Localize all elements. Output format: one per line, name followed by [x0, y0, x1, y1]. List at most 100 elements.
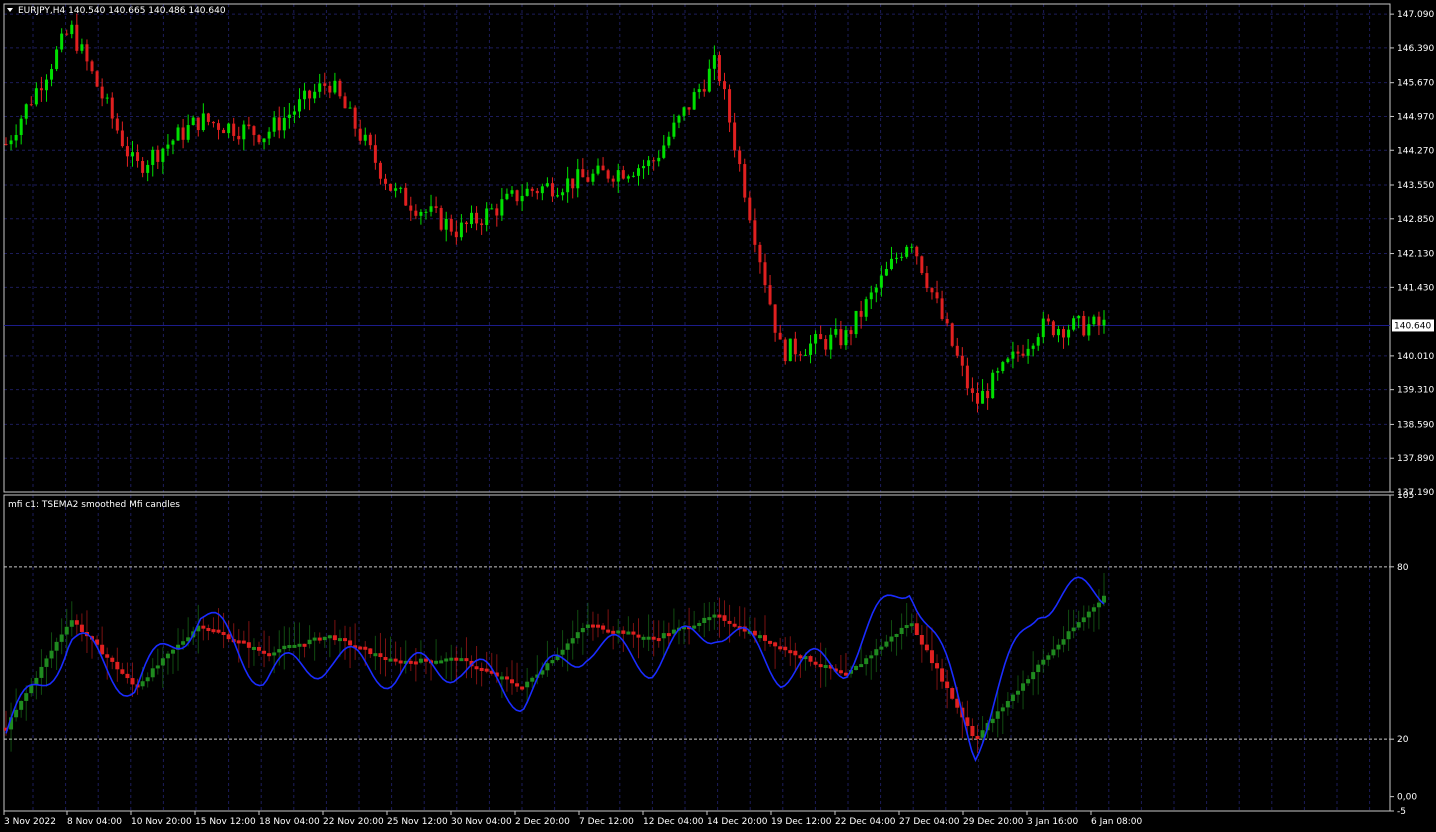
candle-body [333, 80, 337, 93]
mfi-candle-body [1005, 701, 1010, 708]
candle-body [697, 89, 701, 93]
candle-body [550, 183, 554, 197]
x-tick-label: 18 Nov 04:00 [259, 817, 320, 827]
candle-body [363, 134, 367, 141]
mfi-candle-body [292, 644, 297, 648]
mfi-candle-body [434, 660, 439, 664]
candle-body [399, 187, 403, 189]
candle-body [869, 292, 873, 300]
candle-body [211, 121, 215, 124]
candle-body [318, 83, 322, 92]
mfi-candle-body [423, 658, 428, 662]
mfi-candle-body [413, 661, 418, 665]
candle-body [1092, 316, 1096, 325]
candle-body [960, 355, 964, 366]
mfi-candle-body [1051, 649, 1056, 656]
candle-body [348, 107, 352, 109]
x-tick-label: 27 Dec 04:00 [899, 817, 960, 827]
candle-body [895, 257, 899, 259]
mfi-candle-body [1036, 664, 1041, 673]
candle-body [647, 160, 651, 167]
x-tick-label: 6 Jan 08:00 [1091, 817, 1143, 827]
candle-body [915, 246, 919, 257]
mfi-candle-body [666, 633, 671, 637]
mfi-candle-body [924, 644, 929, 651]
mfi-candle-body [788, 650, 793, 654]
mfi-candle-body [980, 730, 985, 738]
candle-body [242, 124, 246, 140]
mfi-candle-body [418, 658, 423, 663]
candle-body [1102, 319, 1106, 326]
candle-body [14, 134, 18, 141]
mfi-candle-body [130, 678, 135, 685]
mfi-candle-body [459, 658, 464, 662]
candle-body [616, 170, 620, 182]
candle-body [272, 117, 276, 132]
mfi-candle-body [606, 629, 611, 633]
mfi-candle-body [641, 636, 646, 640]
mfi-candle-body [504, 676, 509, 680]
mfi-candle-body [14, 709, 19, 718]
mfi-candle-body [140, 681, 145, 687]
candle-body [1031, 345, 1035, 349]
mfi-candle-body [64, 626, 69, 635]
candle-body [24, 104, 28, 119]
candle-body [773, 304, 777, 333]
x-tick-label: 19 Dec 12:00 [771, 817, 832, 827]
candle-body [110, 97, 114, 119]
mfi-candle-body [368, 648, 373, 655]
candle-body [859, 310, 863, 317]
candle-body [874, 287, 878, 293]
mfi-candle-body [393, 658, 398, 662]
candle-body [449, 218, 453, 232]
candle-body [217, 123, 221, 130]
x-tick-label: 7 Dec 12:00 [579, 817, 634, 827]
mfi-candle-body [49, 650, 54, 659]
mfi-candle-body [155, 665, 160, 669]
mfi-candle-body [100, 644, 105, 655]
candle-body [237, 135, 241, 140]
candle-body [308, 90, 312, 99]
mfi-candle-body [530, 677, 535, 682]
candle-body [768, 285, 772, 305]
candle-body [636, 168, 640, 176]
candle-body [824, 339, 828, 350]
candle-body [631, 175, 635, 177]
mfi-candle-body [226, 634, 231, 640]
y-tick-label: 137.890 [1397, 454, 1434, 464]
candle-body [530, 188, 534, 191]
mfi-candle-body [1000, 707, 1005, 712]
candle-body [495, 208, 499, 216]
mfi-candle-body [145, 677, 150, 682]
candle-body [778, 332, 782, 340]
mfi-candle-body [1056, 644, 1061, 650]
mfi-candle-body [332, 635, 337, 641]
mfi-candle-body [793, 650, 798, 656]
candle-body [981, 390, 985, 404]
candle-body [728, 89, 732, 123]
mfi-candle-body [34, 677, 39, 685]
candle-body [141, 160, 145, 173]
candle-body [156, 149, 160, 162]
candle-body [702, 89, 706, 92]
candle-body [834, 329, 838, 335]
candle-body [621, 170, 625, 179]
mfi-candle-body [889, 636, 894, 642]
current-price-label: 140.640 [1394, 321, 1431, 331]
mfi-candle-body [884, 641, 889, 647]
candle-body [950, 323, 954, 346]
candle-body [328, 85, 332, 93]
candle-body [930, 288, 934, 293]
candle-body [581, 169, 585, 178]
mfi-candle-body [975, 736, 980, 740]
mfi-candle-body [1046, 655, 1051, 660]
mfi-candle-body [692, 625, 697, 629]
symbol-header: EURJPY,H4 140.540 140.665 140.486 140.64… [18, 6, 226, 16]
mfi-candle-body [464, 658, 469, 662]
candle-body [1051, 321, 1055, 336]
mfi-candle-body [74, 620, 79, 625]
candle-body [991, 372, 995, 399]
candle-body [601, 165, 605, 171]
candle-body [85, 44, 89, 62]
candle-body [44, 79, 48, 91]
